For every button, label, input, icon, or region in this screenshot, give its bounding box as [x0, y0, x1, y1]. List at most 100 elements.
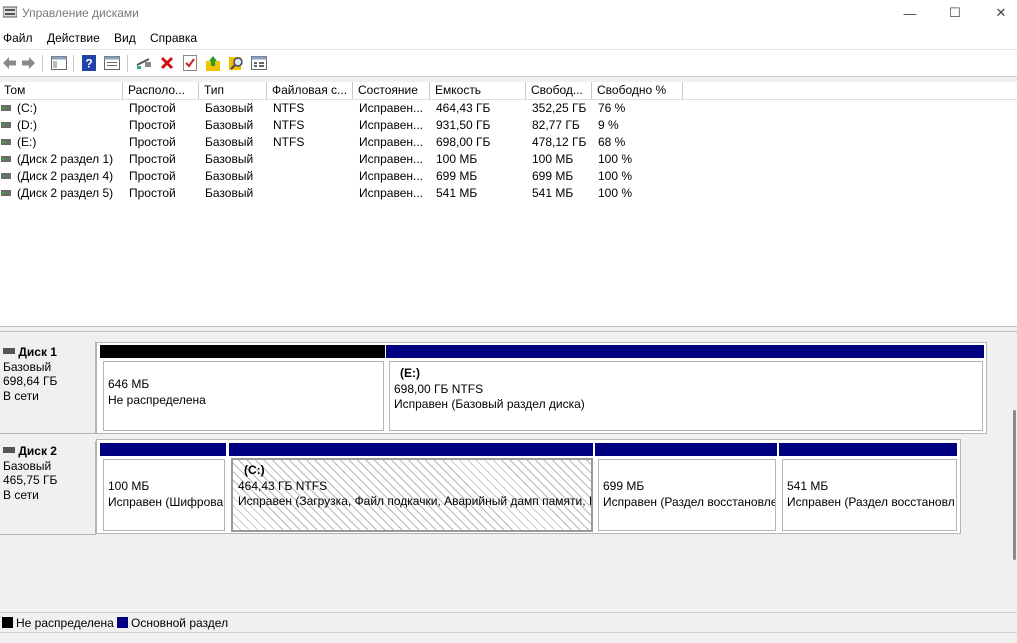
volume-cell-capacity: 541 МБ — [436, 186, 478, 200]
close-button[interactable]: ✕ — [990, 3, 1012, 23]
column-header-volume[interactable]: Том — [0, 82, 123, 99]
volume-cell-name: (Диск 2 раздел 4) — [17, 169, 114, 183]
disk-2-partition-5[interactable]: 541 МБ Исправен (Раздел восстановл — [779, 443, 957, 531]
menu-view[interactable]: Вид — [114, 31, 136, 45]
svg-text:?: ? — [85, 57, 92, 71]
search-icon[interactable] — [228, 55, 244, 71]
volume-cell-type: Базовый — [205, 152, 254, 166]
volume-cell-free-pct: 9 % — [598, 118, 619, 132]
volume-row[interactable]: (E:) Простой Базовый NTFS Исправен... 698,00 … — [0, 134, 1017, 151]
partition-bar — [386, 345, 984, 358]
disk-2-name: Диск 2 — [18, 444, 57, 458]
volume-cell-free: 100 МБ — [532, 152, 574, 166]
column-header-free[interactable]: Свобод... — [527, 82, 592, 99]
disk-1-info[interactable]: Диск 1 Базовый 698,64 ГБ В сети — [0, 342, 96, 434]
partition-body: (E:) 698,00 ГБ NTFS Исправен (Базовый ра… — [389, 361, 983, 431]
partition-size: 464,43 ГБ NTFS — [238, 478, 328, 493]
toolbar-separator — [73, 55, 74, 72]
help-icon[interactable]: ? — [81, 55, 97, 71]
partition-label: (E:) — [400, 366, 420, 380]
partition-bar — [100, 443, 226, 456]
volume-cell-layout: Простой — [129, 186, 176, 200]
disk-2-type: Базовый — [3, 458, 52, 473]
volume-row[interactable]: (Диск 2 раздел 5) Простой Базовый Исправен.… — [0, 185, 1017, 202]
volume-list[interactable]: Том Располо... Тип Файловая с... Состоян… — [0, 82, 1017, 326]
volume-cell-capacity: 931,50 ГБ — [436, 118, 491, 132]
disk-2-partitions: 100 МБ Исправен (Шифрова (C:) 464,43 ГБ … — [96, 439, 961, 534]
disk-2-state: В сети — [3, 487, 39, 502]
legend-label-primary: Основной раздел — [131, 616, 229, 630]
volume-cell-fs: NTFS — [273, 118, 305, 132]
partition-body: 100 МБ Исправен (Шифрова — [103, 459, 225, 531]
properties-icon[interactable] — [104, 55, 120, 71]
disk-2-info[interactable]: Диск 2 Базовый 465,75 ГБ В сети — [0, 441, 96, 535]
delete-icon[interactable] — [159, 55, 175, 71]
volume-row[interactable]: (Диск 2 раздел 1) Простой Базовый Исправен.… — [0, 151, 1017, 168]
column-header-layout[interactable]: Располо... — [124, 82, 199, 99]
volume-cell-name: (Диск 2 раздел 1) — [17, 152, 114, 166]
volume-cell-name: (C:) — [17, 101, 37, 115]
volume-row[interactable]: (Диск 2 раздел 4) Простой Базовый Исправен.… — [0, 168, 1017, 185]
disk-2-partition-1[interactable]: 100 МБ Исправен (Шифрова — [100, 443, 226, 531]
partition-body-selected: (C:) 464,43 ГБ NTFS Исправен (Загрузка, … — [231, 458, 593, 532]
column-header-capacity[interactable]: Емкость — [431, 82, 526, 99]
window-title: Управление дисками — [22, 6, 139, 20]
scrollbar-thumb[interactable] — [1013, 410, 1016, 560]
volume-cell-free-pct: 68 % — [598, 135, 626, 149]
maximize-button[interactable]: ☐ — [944, 3, 966, 23]
graph-scrollbar[interactable] — [1010, 332, 1017, 612]
disk-management-app-icon — [3, 6, 17, 18]
disk-graphical-view: Диск 1 Базовый 698,64 ГБ В сети 646 МБ Н… — [0, 332, 1017, 612]
volume-cell-free: 82,77 ГБ — [532, 118, 580, 132]
volume-row[interactable]: (D:) Простой Базовый NTFS Исправен... 931,50 … — [0, 117, 1017, 134]
volume-cell-layout: Простой — [129, 152, 176, 166]
volume-icon — [1, 156, 11, 162]
connect-disk-icon[interactable] — [136, 55, 152, 71]
console-tree-icon[interactable] — [51, 55, 67, 71]
volume-cell-status: Исправен... — [359, 152, 424, 166]
disk-1-partition-unallocated[interactable]: 646 МБ Не распределена — [100, 345, 385, 431]
minimize-icon: — — [903, 5, 917, 21]
menu-file[interactable]: Файл — [3, 31, 33, 45]
column-header-free-percent[interactable]: Свободно % — [593, 82, 683, 99]
column-header-filesystem[interactable]: Файловая с... — [268, 82, 353, 99]
forward-icon[interactable] — [20, 55, 36, 71]
check-icon[interactable] — [182, 55, 198, 71]
volume-cell-free-pct: 100 % — [598, 169, 633, 183]
back-icon[interactable] — [1, 55, 17, 71]
column-header-status[interactable]: Состояние — [354, 82, 430, 99]
partition-status: Исправен (Раздел восстановле — [603, 494, 776, 509]
maximize-icon: ☐ — [949, 5, 961, 20]
disk-2-partition-4[interactable]: 699 МБ Исправен (Раздел восстановле — [595, 443, 777, 531]
partition-bar — [595, 443, 777, 456]
volume-icon — [1, 173, 11, 179]
partition-body: 541 МБ Исправен (Раздел восстановл — [782, 459, 957, 531]
partition-body: 646 МБ Не распределена — [103, 361, 384, 431]
status-bar — [0, 632, 1017, 643]
volume-cell-type: Базовый — [205, 186, 254, 200]
menu-action[interactable]: Действие — [47, 31, 100, 45]
volume-cell-status: Исправен... — [359, 186, 424, 200]
volume-cell-status: Исправен... — [359, 135, 424, 149]
volume-row[interactable]: (C:) Простой Базовый NTFS Исправен... 464,43 … — [0, 100, 1017, 117]
column-header-type[interactable]: Тип — [200, 82, 267, 99]
disk-1-partition-e[interactable]: (E:) 698,00 ГБ NTFS Исправен (Базовый ра… — [386, 345, 984, 431]
partition-size: 100 МБ — [108, 479, 150, 493]
legend-label-unallocated: Не распределена — [16, 616, 114, 630]
menu-help[interactable]: Справка — [150, 31, 197, 45]
volume-cell-capacity: 100 МБ — [436, 152, 478, 166]
volume-cell-layout: Простой — [129, 135, 176, 149]
partition-bar — [229, 443, 593, 456]
list-header: Том Располо... Тип Файловая с... Состоян… — [0, 82, 1017, 100]
volume-cell-free: 478,12 ГБ — [532, 135, 587, 149]
disk-1-partitions: 646 МБ Не распределена (E:) 698,00 ГБ NT… — [96, 342, 987, 434]
legend: Не распределена Основной раздел — [0, 612, 1017, 632]
toolbar-separator — [127, 55, 128, 72]
partition-status: Исправен (Шифрова — [108, 494, 224, 509]
minimize-button[interactable]: — — [899, 3, 921, 23]
disk-2-partition-c[interactable]: (C:) 464,43 ГБ NTFS Исправен (Загрузка, … — [229, 443, 593, 532]
settings-icon[interactable] — [251, 55, 267, 71]
export-icon[interactable] — [205, 55, 221, 71]
volume-cell-capacity: 699 МБ — [436, 169, 478, 183]
volume-icon — [1, 105, 11, 111]
